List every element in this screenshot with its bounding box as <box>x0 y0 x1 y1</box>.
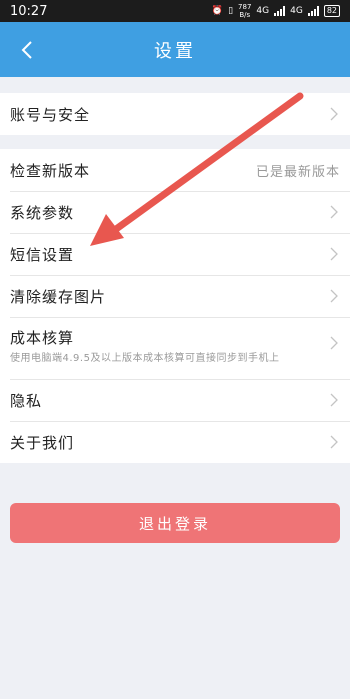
row-label: 系统参数 <box>10 203 75 222</box>
section-gap <box>0 77 350 93</box>
vibrate-icon: ▯ <box>228 6 234 16</box>
signal-icon <box>274 6 286 16</box>
row-description: 使用电脑端4.9.5及以上版本成本核算可直接同步到手机上 <box>10 353 280 364</box>
settings-group-account: 账号与安全 <box>0 93 350 135</box>
chevron-right-icon <box>328 246 340 262</box>
status-time: 10:27 <box>10 3 48 19</box>
chevron-right-icon <box>328 288 340 304</box>
chevron-right-icon <box>328 335 340 351</box>
row-label: 成本核算 <box>10 329 75 347</box>
status-bar: 10:27 ⏰ ▯ 787 B/s 4G 4G 82 <box>0 0 350 22</box>
chevron-right-icon <box>328 434 340 450</box>
network-speed: 787 B/s <box>238 3 251 19</box>
row-label: 短信设置 <box>10 245 75 264</box>
chevron-right-icon <box>328 106 340 122</box>
row-label: 检查新版本 <box>10 161 91 180</box>
network-speed-unit: B/s <box>239 11 251 19</box>
row-check-update[interactable]: 检查新版本 已是最新版本 <box>0 149 350 191</box>
logout-button[interactable]: 退出登录 <box>10 503 340 543</box>
row-clear-cache[interactable]: 清除缓存图片 <box>0 275 350 317</box>
battery-icon: 82 <box>323 5 340 17</box>
chevron-right-icon <box>328 204 340 220</box>
logout-section: 退出登录 <box>0 463 350 543</box>
page-title: 设置 <box>154 40 196 62</box>
alarm-icon: ⏰ <box>211 6 224 16</box>
back-button[interactable] <box>10 22 44 77</box>
row-label: 隐私 <box>10 391 43 410</box>
chevron-left-icon <box>21 40 32 59</box>
row-privacy[interactable]: 隐私 <box>0 379 350 421</box>
row-about-us[interactable]: 关于我们 <box>0 421 350 463</box>
update-status: 已是最新版本 <box>255 164 340 180</box>
row-cost-accounting[interactable]: 成本核算 使用电脑端4.9.5及以上版本成本核算可直接同步到手机上 <box>0 317 350 379</box>
status-icons: ⏰ ▯ 787 B/s 4G 4G 82 <box>212 3 340 19</box>
row-label: 关于我们 <box>10 433 75 452</box>
network-type-2: 4G <box>290 6 303 16</box>
section-gap <box>0 135 350 149</box>
row-label: 清除缓存图片 <box>10 287 107 306</box>
row-text: 成本核算 使用电脑端4.9.5及以上版本成本核算可直接同步到手机上 <box>10 327 322 366</box>
network-speed-value: 787 <box>238 3 252 11</box>
row-system-params[interactable]: 系统参数 <box>0 191 350 233</box>
row-account-security[interactable]: 账号与安全 <box>0 93 350 135</box>
nav-bar: 设置 <box>0 22 350 77</box>
row-label: 账号与安全 <box>10 105 91 124</box>
signal-icon-2 <box>307 6 319 16</box>
row-sms-settings[interactable]: 短信设置 <box>0 233 350 275</box>
network-type-1: 4G <box>256 6 270 16</box>
settings-group-main: 检查新版本 已是最新版本 系统参数 短信设置 清除缓存图片 成本核算 使用电脑端… <box>0 149 350 463</box>
chevron-right-icon <box>328 392 340 408</box>
